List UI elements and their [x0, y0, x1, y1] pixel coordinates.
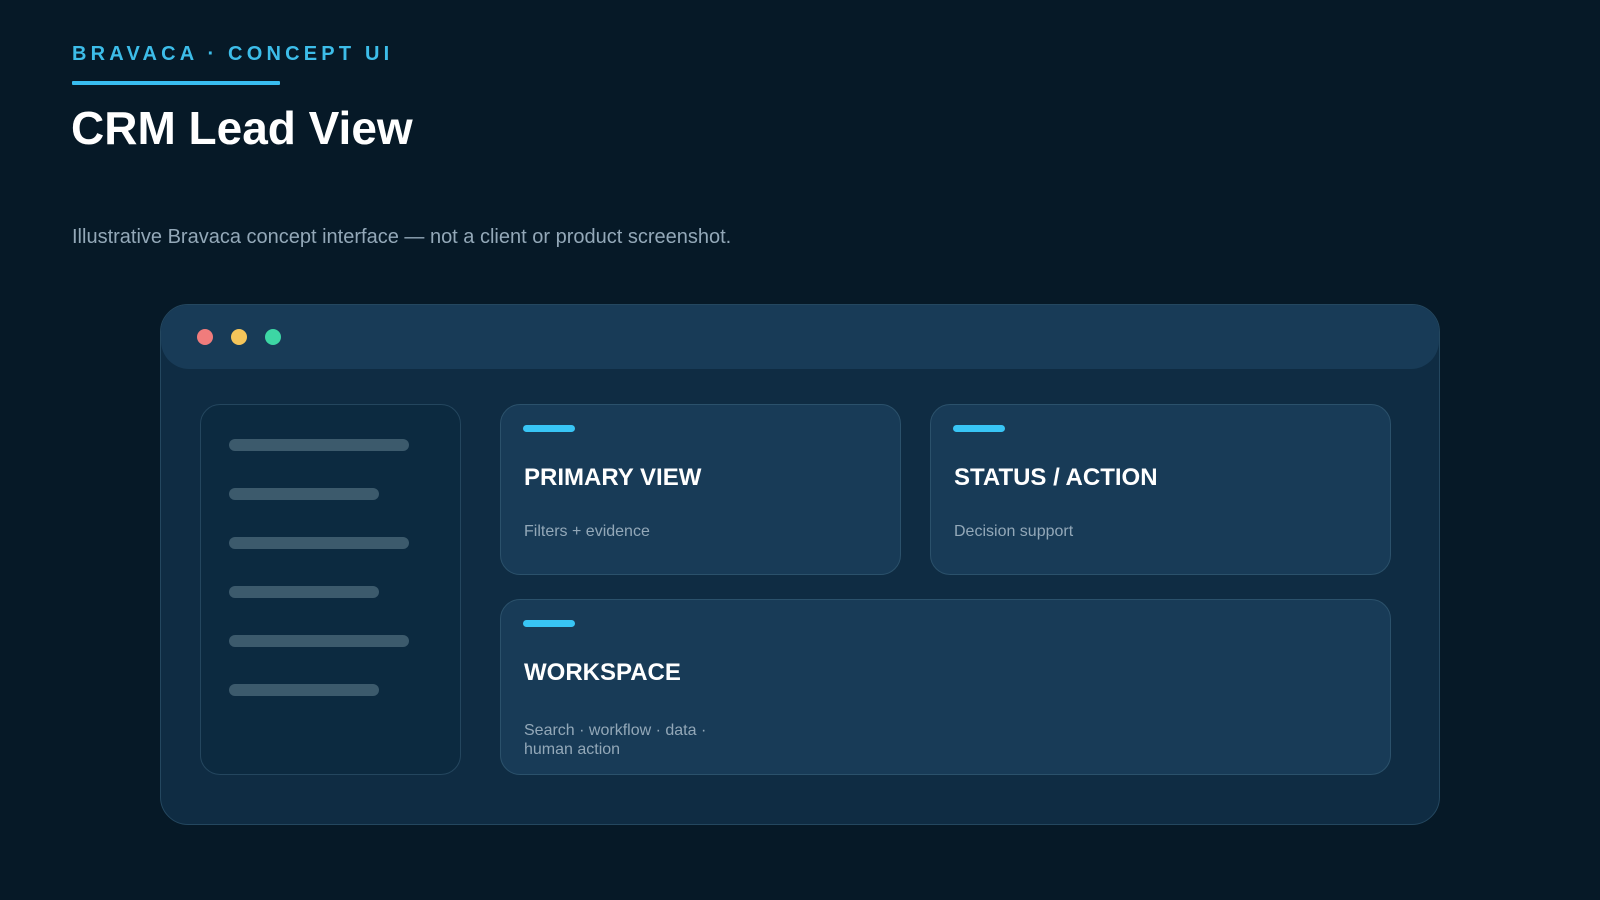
sidebar-nav — [200, 404, 461, 775]
concept-page: BRAVACA · CONCEPT UI CRM Lead View Illus… — [0, 0, 1600, 900]
page-title: CRM Lead View — [71, 102, 413, 154]
window-titlebar — [161, 305, 1439, 369]
sidebar-item-placeholder[interactable] — [229, 537, 409, 549]
card-title: PRIMARY VIEW — [524, 464, 702, 491]
card-subtitle-line-1: Search · workflow · data · — [524, 722, 707, 739]
app-window-mock: PRIMARY VIEW Filters + evidence STATUS /… — [160, 304, 1440, 825]
close-window-dot[interactable] — [197, 329, 213, 345]
brand-eyebrow: BRAVACA · CONCEPT UI — [72, 43, 394, 65]
card-accent-bar — [523, 620, 575, 627]
sidebar-item-placeholder[interactable] — [229, 684, 379, 696]
card-accent-bar — [523, 425, 575, 432]
primary-view-card[interactable]: PRIMARY VIEW Filters + evidence — [500, 404, 901, 575]
card-subtitle: Decision support — [954, 523, 1074, 540]
disclaimer-text: Illustrative Bravaca concept interface —… — [72, 226, 732, 248]
card-title: WORKSPACE — [524, 659, 681, 686]
workspace-card[interactable]: WORKSPACE Search · workflow · data · hum… — [500, 599, 1391, 775]
sidebar-item-placeholder[interactable] — [229, 488, 379, 500]
maximize-window-dot[interactable] — [265, 329, 281, 345]
eyebrow-underline — [72, 81, 280, 85]
card-subtitle: Filters + evidence — [524, 523, 650, 540]
card-accent-bar — [953, 425, 1005, 432]
card-subtitle-line-2: human action — [524, 741, 621, 758]
card-title: STATUS / ACTION — [954, 464, 1158, 491]
status-action-card[interactable]: STATUS / ACTION Decision support — [930, 404, 1391, 575]
sidebar-item-placeholder[interactable] — [229, 586, 379, 598]
sidebar-item-placeholder[interactable] — [229, 635, 409, 647]
minimize-window-dot[interactable] — [231, 329, 247, 345]
sidebar-item-placeholder[interactable] — [229, 439, 409, 451]
